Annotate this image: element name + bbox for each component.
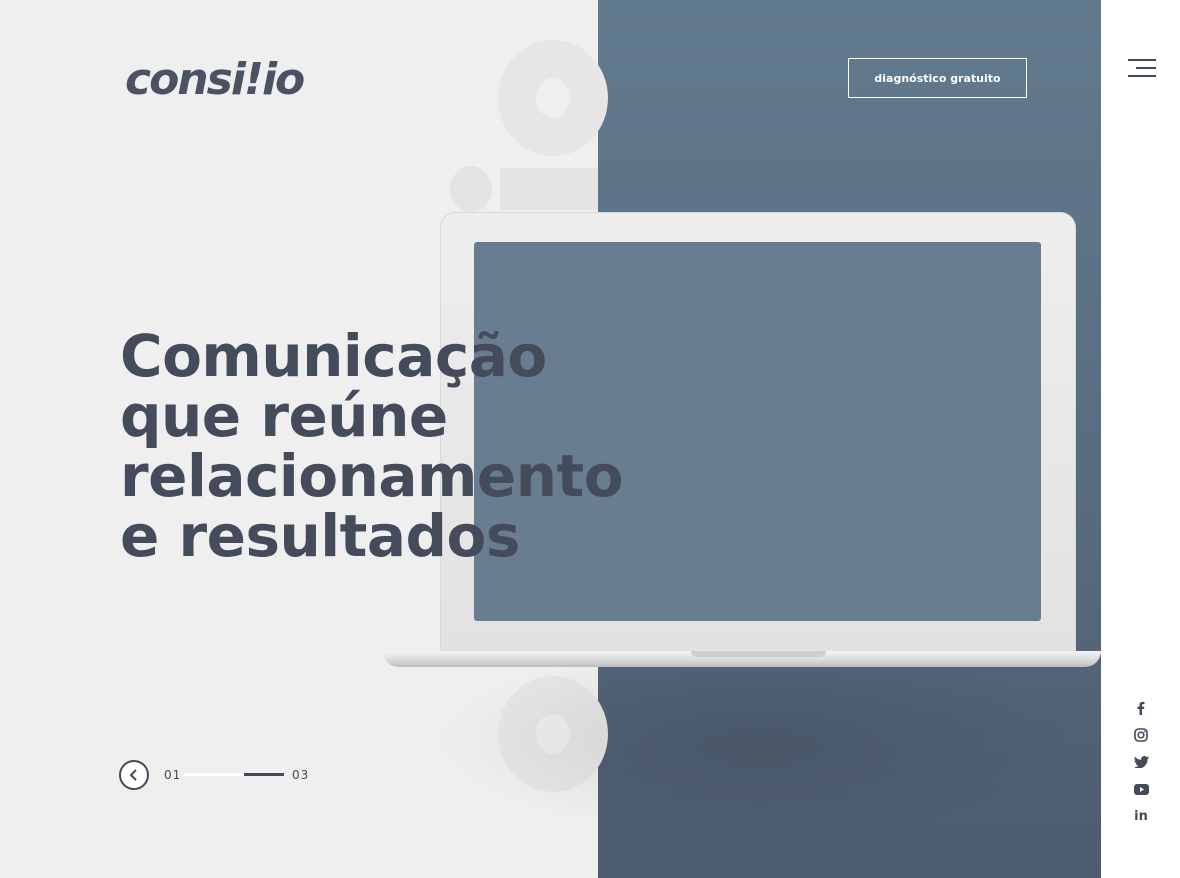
headline-line: e resultados: [120, 502, 520, 570]
slide-progress: [184, 773, 284, 776]
diagnostico-gratuito-button[interactable]: diagnóstico gratuito: [848, 58, 1027, 98]
headline-line: relacionamento: [120, 442, 624, 510]
laptop-notch: [691, 651, 826, 657]
ghost-letter-o: [498, 40, 608, 156]
ghost-bar: [500, 168, 598, 210]
linkedin-icon[interactable]: in: [1130, 807, 1152, 825]
laptop-shadow: [430, 640, 1090, 840]
side-rail: [1101, 0, 1180, 878]
headline-line: que reúne: [120, 382, 448, 450]
logo[interactable]: consi!io: [125, 54, 305, 105]
ghost-dot: [450, 166, 492, 212]
slider-prev-button[interactable]: [119, 760, 149, 790]
twitter-icon[interactable]: [1130, 753, 1152, 771]
facebook-icon[interactable]: [1130, 699, 1152, 717]
slide-current: 01: [164, 768, 182, 782]
chevron-left-icon: [129, 769, 137, 781]
hero-headline: Comunicação que reúne relacionamento e r…: [120, 322, 624, 570]
instagram-icon[interactable]: [1130, 726, 1152, 744]
slide-progress-fill: [244, 773, 284, 776]
headline-line: Comunicação: [120, 322, 547, 390]
hamburger-menu-icon[interactable]: [1128, 59, 1156, 77]
youtube-icon[interactable]: [1130, 780, 1152, 798]
linkedin-glyph: in: [1134, 808, 1148, 824]
slide-total: 03: [292, 768, 310, 782]
